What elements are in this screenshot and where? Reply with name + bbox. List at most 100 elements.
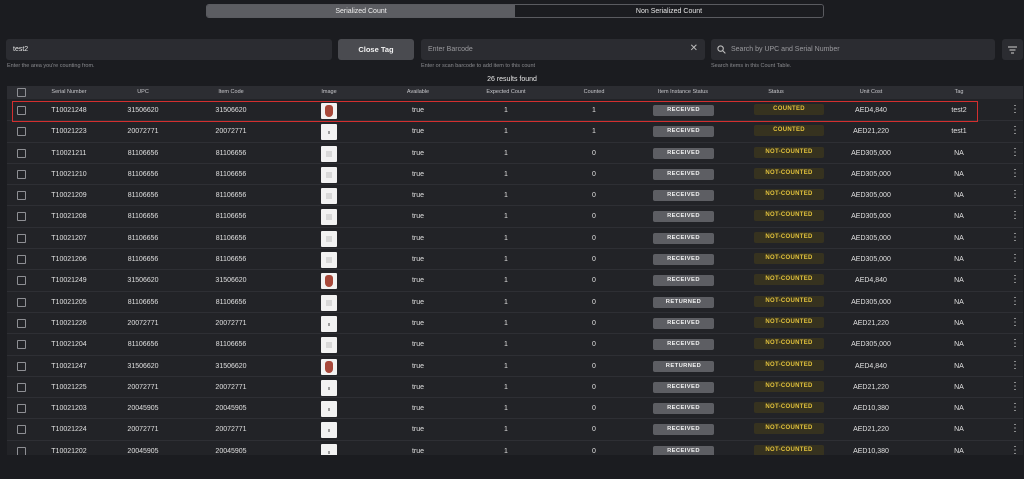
row-checkbox[interactable] [17, 297, 26, 307]
counted-cell: 1 [592, 128, 596, 136]
item-image[interactable] [321, 315, 337, 332]
item-image[interactable] [321, 230, 337, 247]
item-image[interactable] [321, 358, 337, 375]
more-options-icon[interactable]: ⋮ [1010, 296, 1020, 308]
close-tag-button[interactable]: Close Tag [338, 39, 414, 60]
row-checkbox[interactable] [17, 191, 26, 201]
item-image[interactable] [321, 379, 337, 396]
row-checkbox[interactable] [17, 382, 26, 392]
more-options-icon[interactable]: ⋮ [1010, 147, 1020, 159]
expected-count-cell: 1 [504, 426, 508, 434]
serial-number-cell: T10021223 [51, 128, 87, 136]
item-image[interactable] [321, 273, 337, 290]
table-row[interactable]: T10021202 20045905 20045905 true 1 0 AED10,380… [7, 441, 1023, 455]
status-badge: COUNTED [754, 104, 824, 115]
table-row[interactable]: T10021226 20072771 20072771 true 1 0 AED21,220… [7, 313, 1023, 335]
column-header-upc[interactable]: UPC [113, 86, 173, 99]
item-image[interactable] [321, 443, 337, 455]
tab-serialized-count[interactable]: Serialized Count [207, 5, 515, 17]
column-header-expected-count[interactable]: Expected Count [476, 86, 536, 99]
table-row[interactable]: T10021248 31506620 31506620 true 1 1 AED4,840 t… [7, 100, 1023, 122]
column-header-tag[interactable]: Tag [929, 86, 989, 99]
row-checkbox[interactable] [17, 255, 26, 265]
more-options-icon[interactable]: ⋮ [1010, 445, 1020, 455]
column-header-counted[interactable]: Counted [564, 86, 624, 99]
table-row[interactable]: T10021247 31506620 31506620 true 1 0 AED4,840 N… [7, 356, 1023, 377]
search-input[interactable]: Search by UPC and Serial Number [711, 39, 995, 60]
more-options-icon[interactable]: ⋮ [1010, 403, 1020, 414]
item-image[interactable] [321, 145, 337, 162]
item-image[interactable] [321, 294, 337, 311]
table-row[interactable]: T10021205 81106656 81106656 true 1 0 AED305,00… [7, 292, 1023, 313]
area-input[interactable]: test2 [6, 39, 332, 60]
barcode-input[interactable]: Enter Barcode ✕ [421, 39, 705, 60]
item-image[interactable] [321, 103, 337, 119]
table-row[interactable]: T10021206 81106656 81106656 true 1 0 AED305,00… [7, 249, 1023, 271]
more-options-icon[interactable]: ⋮ [1010, 317, 1020, 329]
item-instance-status-badge: RECEIVED [653, 339, 714, 351]
more-options-icon[interactable]: ⋮ [1010, 424, 1020, 435]
row-checkbox[interactable] [17, 106, 26, 115]
row-checkbox[interactable] [17, 425, 26, 435]
column-header-item-code[interactable]: Item Code [201, 86, 261, 99]
table-row[interactable]: T10021224 20072771 20072771 true 1 0 AED21,220… [7, 419, 1023, 441]
row-checkbox[interactable] [17, 148, 26, 158]
item-image[interactable] [321, 188, 337, 205]
row-checkbox[interactable] [17, 233, 26, 243]
more-options-icon[interactable]: ⋮ [1010, 339, 1020, 350]
more-options-icon[interactable]: ⋮ [1010, 126, 1020, 137]
filter-button[interactable] [1002, 39, 1023, 60]
table-row[interactable]: T10021207 81106656 81106656 true 1 0 AED305,00… [7, 228, 1023, 250]
row-checkbox[interactable] [17, 318, 26, 328]
table-body: T10021248 31506620 31506620 true 1 1 AED4,840 t… [7, 100, 1023, 455]
table-row[interactable]: T10021210 81106656 81106656 true 1 0 AED305,00… [7, 164, 1023, 186]
close-icon[interactable]: ✕ [690, 44, 698, 54]
row-checkbox[interactable] [17, 169, 26, 179]
table-row[interactable]: T10021209 81106656 81106656 true 1 0 AED305,00… [7, 185, 1023, 207]
more-options-icon[interactable]: ⋮ [1010, 381, 1020, 393]
table-row[interactable]: T10021204 81106656 81106656 true 1 0 AED305,00… [7, 334, 1023, 356]
item-image[interactable] [321, 166, 337, 183]
item-image[interactable] [321, 401, 337, 418]
column-header-item-instance-status[interactable]: Item Instance Status [648, 86, 718, 99]
item-image[interactable] [321, 252, 337, 269]
table-row[interactable]: T10021211 81106656 81106656 true 1 0 AED305,00… [7, 143, 1023, 164]
item-image[interactable] [321, 422, 337, 439]
row-checkbox[interactable] [17, 212, 26, 222]
column-header-unit-cost[interactable]: Unit Cost [841, 86, 901, 99]
unit-cost-cell: AED21,220 [853, 319, 889, 327]
row-checkbox[interactable] [17, 276, 26, 286]
item-instance-status-badge: RECEIVED [653, 232, 714, 244]
column-header-status[interactable]: Status [746, 86, 806, 99]
row-checkbox[interactable] [17, 361, 26, 371]
row-checkbox[interactable] [17, 340, 26, 350]
row-checkbox[interactable] [17, 446, 26, 455]
tag-cell: NA [954, 170, 964, 178]
table-row[interactable]: T10021208 81106656 81106656 true 1 0 AED305,00… [7, 206, 1023, 228]
select-all-checkbox[interactable] [17, 88, 26, 97]
item-image[interactable] [321, 209, 337, 226]
upc-cell: 81106656 [127, 149, 159, 157]
more-options-icon[interactable]: ⋮ [1010, 254, 1020, 265]
more-options-icon[interactable]: ⋮ [1010, 105, 1020, 116]
table-row[interactable]: T10021223 20072771 20072771 true 1 1 AED21,220… [7, 121, 1023, 143]
item-image[interactable] [321, 337, 337, 354]
more-options-icon[interactable]: ⋮ [1010, 360, 1020, 372]
more-options-icon[interactable]: ⋮ [1010, 168, 1020, 180]
available-cell: true [411, 107, 425, 114]
item-image[interactable] [321, 124, 337, 141]
column-header-serial-number[interactable]: Serial Number [39, 86, 99, 99]
more-options-icon[interactable]: ⋮ [1010, 232, 1020, 244]
tab-non-serialized-count[interactable]: Non Serialized Count [515, 5, 823, 17]
more-options-icon[interactable]: ⋮ [1010, 275, 1020, 286]
row-checkbox[interactable] [17, 404, 26, 414]
table-row[interactable]: T10021203 20045905 20045905 true 1 0 AED10,380… [7, 398, 1023, 420]
more-options-icon[interactable]: ⋮ [1010, 190, 1020, 201]
more-options-icon[interactable]: ⋮ [1010, 211, 1020, 222]
row-checkbox[interactable] [17, 127, 26, 137]
column-header-available[interactable]: Available [388, 86, 448, 99]
upc-cell: 81106656 [127, 213, 159, 221]
table-row[interactable]: T10021249 31506620 31506620 true 1 0 AED4,840 N… [7, 270, 1023, 292]
table-row[interactable]: T10021225 20072771 20072771 true 1 0 AED21,220… [7, 377, 1023, 399]
unit-cost-cell: AED4,840 [855, 277, 887, 285]
